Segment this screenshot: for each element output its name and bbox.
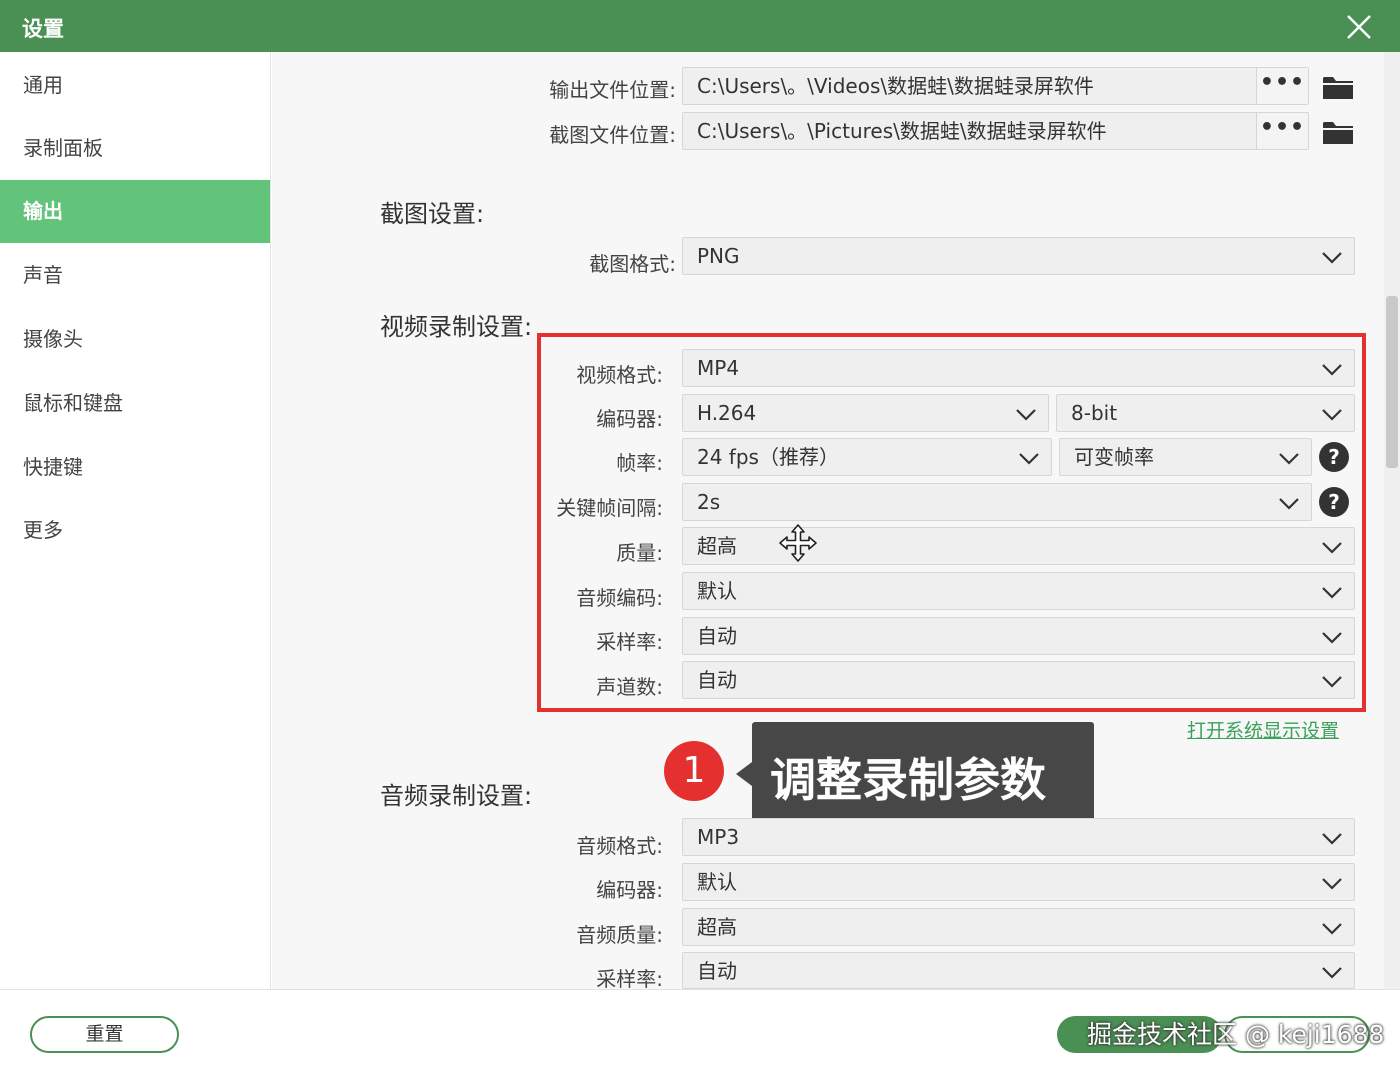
watermark: 掘金技术社区 @ keji1688	[1087, 1020, 1385, 1049]
screenshot-format-value: PNG	[697, 244, 740, 268]
video-path-field[interactable]: C:\Users\。\Videos\数据蛙\数据蛙录屏软件 •••	[682, 67, 1309, 105]
step-badge: 1	[664, 741, 724, 801]
screenshot-settings-title: 截图设置:	[380, 200, 485, 228]
video-path-value: C:\Users\。\Videos\数据蛙\数据蛙录屏软件	[697, 74, 1094, 98]
sidebar-item-record-panel[interactable]: 录制面板	[0, 117, 270, 180]
sidebar-item-more[interactable]: 更多	[0, 499, 270, 562]
highlight-box	[537, 333, 1366, 712]
screenshot-path-value: C:\Users\。\Pictures\数据蛙\数据蛙录屏软件	[697, 119, 1107, 143]
audio-sample-rate-value: 自动	[697, 959, 737, 983]
sidebar-item-hotkeys[interactable]: 快捷键	[0, 436, 270, 499]
sidebar-item-mouse-keyboard[interactable]: 鼠标和键盘	[0, 372, 270, 435]
screenshot-path-field[interactable]: C:\Users\。\Pictures\数据蛙\数据蛙录屏软件 •••	[682, 112, 1309, 150]
video-path-label: 输出文件位置:	[549, 78, 676, 102]
audio-quality-value: 超高	[697, 915, 737, 939]
audio-encoder-label: 编码器:	[596, 878, 663, 902]
audio-format-select[interactable]: MP3	[682, 818, 1355, 856]
chevron-down-icon	[1322, 833, 1342, 845]
sidebar: 通用 录制面板 输出 声音 摄像头 鼠标和键盘 快捷键 更多	[0, 52, 271, 989]
audio-quality-label: 音频质量:	[576, 923, 663, 947]
screenshot-format-label: 截图格式:	[589, 252, 676, 276]
annotation-callout: 调整录制参数	[736, 722, 1094, 821]
audio-quality-select[interactable]: 超高	[682, 908, 1355, 946]
screenshot-format-select[interactable]: PNG	[682, 237, 1355, 275]
sidebar-item-sound[interactable]: 声音	[0, 244, 270, 307]
scrollbar-thumb[interactable]	[1386, 296, 1398, 468]
audio-format-value: MP3	[697, 825, 740, 849]
folder-icon[interactable]	[1322, 73, 1354, 101]
screenshot-path-label: 截图文件位置:	[549, 123, 676, 147]
sidebar-item-general[interactable]: 通用	[0, 54, 270, 117]
move-cursor-icon	[779, 524, 817, 562]
audio-encoder-select[interactable]: 默认	[682, 863, 1355, 901]
reset-button[interactable]: 重置	[30, 1016, 179, 1053]
video-path-browse-button[interactable]: •••	[1256, 68, 1308, 104]
chevron-down-icon	[1322, 878, 1342, 890]
audio-settings-title: 音频录制设置:	[380, 782, 533, 810]
close-icon[interactable]	[1340, 8, 1378, 46]
annotation-text: 调整录制参数	[770, 753, 1046, 807]
audio-encoder-value: 默认	[697, 870, 737, 894]
chevron-down-icon	[1322, 923, 1342, 935]
sidebar-item-output[interactable]: 输出	[0, 180, 270, 243]
screenshot-path-browse-button[interactable]: •••	[1256, 113, 1308, 149]
folder-icon[interactable]	[1322, 118, 1354, 146]
audio-format-label: 音频格式:	[576, 834, 663, 858]
audio-sample-rate-select[interactable]: 自动	[682, 952, 1355, 989]
vertical-scrollbar[interactable]	[1384, 52, 1400, 989]
open-display-settings-link[interactable]: 打开系统显示设置	[1187, 716, 1339, 743]
chevron-down-icon	[1322, 967, 1342, 979]
window-title: 设置	[22, 17, 64, 41]
sidebar-item-camera[interactable]: 摄像头	[0, 308, 270, 371]
chevron-down-icon	[1322, 252, 1342, 264]
audio-sample-rate-label: 采样率:	[596, 967, 663, 991]
title-bar: 设置	[0, 0, 1400, 52]
video-settings-title: 视频录制设置:	[380, 313, 533, 341]
